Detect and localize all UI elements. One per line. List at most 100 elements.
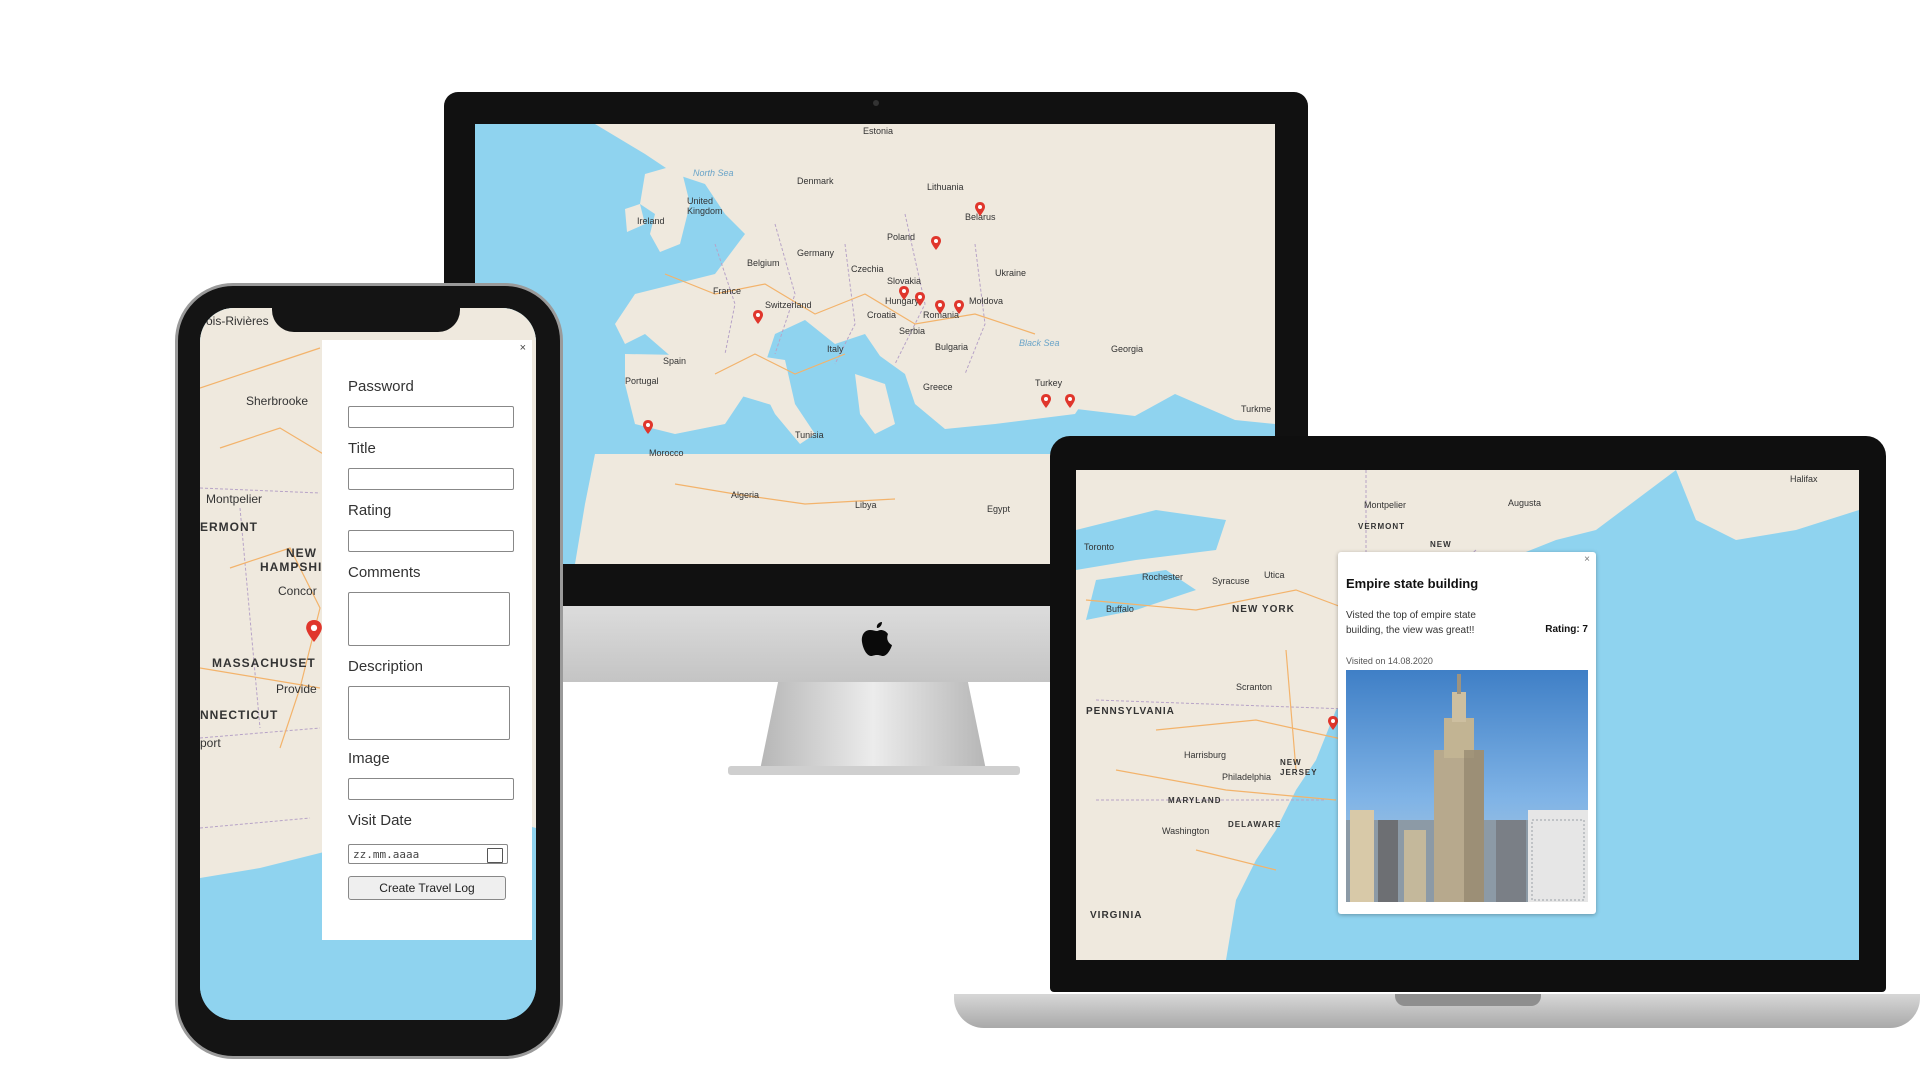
image-input[interactable] xyxy=(348,778,514,800)
map-label: Buffalo xyxy=(1106,604,1134,614)
map-label: Toronto xyxy=(1084,542,1115,552)
map-pin-icon[interactable] xyxy=(1041,394,1051,408)
map-pin-icon[interactable] xyxy=(1328,716,1338,730)
map-label: Portugal xyxy=(625,376,659,386)
map-label: Syracuse xyxy=(1212,576,1250,586)
visit-date-placeholder: zz.mm.aaaa xyxy=(353,848,420,861)
map-label: Egypt xyxy=(987,504,1011,514)
map-label: Ireland xyxy=(637,216,665,226)
map-pin-icon[interactable] xyxy=(899,286,909,300)
password-label: Password xyxy=(348,378,414,395)
apple-logo-icon xyxy=(861,622,892,656)
map-label: Turkme xyxy=(1241,404,1272,414)
rating-label: Rating xyxy=(348,502,392,519)
map-label: NEW JERSEY xyxy=(1280,758,1318,777)
calendar-icon[interactable] xyxy=(487,848,503,863)
map-label: Black Sea xyxy=(1019,338,1060,348)
popup-comment: Visted the top of empire state building,… xyxy=(1346,610,1476,636)
map-label: rois-Rivières xyxy=(202,314,269,328)
map-label: Utica xyxy=(1264,570,1285,580)
map-label: NNECTICUT xyxy=(200,708,279,722)
map-label: Slovakia xyxy=(887,276,922,286)
map-pin-icon[interactable] xyxy=(915,292,925,306)
map-label: Serbia xyxy=(899,326,926,336)
map-pin-icon[interactable] xyxy=(975,202,985,216)
map-label: Czechia xyxy=(851,264,884,274)
imac-stand xyxy=(760,682,986,770)
map-label: Switzerland xyxy=(765,300,812,310)
map-label: VIRGINIA xyxy=(1090,910,1143,921)
map-label: Greece xyxy=(923,382,953,392)
map-label: Turkey xyxy=(1035,378,1063,388)
comments-label: Comments xyxy=(348,564,421,581)
map-label: Denmark xyxy=(797,176,834,186)
map-label: Moldova xyxy=(969,296,1004,306)
map-label: MARYLAND xyxy=(1168,796,1222,805)
map-label: Belgium xyxy=(747,258,780,268)
map-label: Sherbrooke xyxy=(246,394,309,408)
map-label: Italy xyxy=(827,344,844,354)
map-label: Spain xyxy=(663,356,687,366)
map-label: Algeria xyxy=(731,490,760,500)
map-label: Lithuania xyxy=(927,182,964,192)
map-label: Montpelier xyxy=(1364,500,1407,510)
map-label: Montpelier xyxy=(206,492,263,506)
map-label: Poland xyxy=(887,232,916,242)
map-label: United Kingdom xyxy=(687,196,723,216)
map-label: NEW xyxy=(286,546,317,560)
travel-log-form: × Password Title Rating Comments Descrip… xyxy=(322,340,532,940)
map-label: Concor xyxy=(278,584,317,598)
empire-state-building-image xyxy=(1346,670,1588,902)
map-pin-icon[interactable] xyxy=(753,310,763,324)
laptop-trackpad-notch xyxy=(1395,994,1541,1006)
description-textarea[interactable] xyxy=(348,686,510,740)
popup-title: Empire state building xyxy=(1346,576,1479,591)
comments-textarea[interactable] xyxy=(348,592,510,646)
map-label: Scranton xyxy=(1236,682,1273,692)
map-label: NEW xyxy=(1430,540,1452,549)
close-icon[interactable]: × xyxy=(1584,554,1590,565)
map-label: ERMONT xyxy=(200,520,258,534)
map-label: Augusta xyxy=(1508,498,1542,508)
popup-visit-date: Visited on 14.08.2020 xyxy=(1346,656,1433,666)
map-label: MASSACHUSET xyxy=(212,656,316,670)
map-label: Washington xyxy=(1162,826,1210,836)
map-label: France xyxy=(713,286,742,296)
map-label: Philadelphia xyxy=(1222,772,1272,782)
map-pin-icon[interactable] xyxy=(931,236,941,250)
map-label: Libya xyxy=(855,500,877,510)
map-label: Germany xyxy=(797,248,835,258)
password-input[interactable] xyxy=(348,406,514,428)
map-label: Georgia xyxy=(1111,344,1144,354)
title-label: Title xyxy=(348,440,376,457)
map-pin-icon[interactable] xyxy=(935,300,945,314)
map-pin-icon[interactable] xyxy=(1065,394,1075,408)
create-travel-log-button[interactable]: Create Travel Log xyxy=(348,876,506,900)
imac-foot xyxy=(728,766,1020,775)
map-label: Halifax xyxy=(1790,474,1818,484)
map-label: Bulgaria xyxy=(935,342,969,352)
map-label: DELAWARE xyxy=(1228,820,1282,829)
description-label: Description xyxy=(348,658,424,675)
map-pin-icon[interactable] xyxy=(643,420,653,434)
map-label: Harrisburg xyxy=(1184,750,1227,760)
title-input[interactable] xyxy=(348,468,514,490)
map-label: port xyxy=(200,736,221,750)
map-label: Ukraine xyxy=(995,268,1027,278)
popup-rating: Rating: 7 xyxy=(1545,624,1588,635)
map-pin-icon[interactable] xyxy=(954,300,964,314)
map-pin-icon[interactable] xyxy=(306,620,322,642)
camera-icon xyxy=(873,100,879,106)
map-label: VERMONT xyxy=(1358,522,1405,531)
map-label: Tunisia xyxy=(795,430,824,440)
close-icon[interactable]: × xyxy=(520,342,526,354)
travel-log-popup: × Empire state building Visted the top o… xyxy=(1338,552,1596,914)
phone-notch xyxy=(272,296,460,332)
rating-input[interactable] xyxy=(348,530,514,552)
image-label: Image xyxy=(348,750,390,767)
map-label: Croatia xyxy=(867,310,897,320)
map-label: Rochester xyxy=(1142,572,1184,582)
map-label: North Sea xyxy=(693,168,734,178)
visit-date-input[interactable]: zz.mm.aaaa xyxy=(348,844,508,864)
map-label: Provide xyxy=(276,682,317,696)
